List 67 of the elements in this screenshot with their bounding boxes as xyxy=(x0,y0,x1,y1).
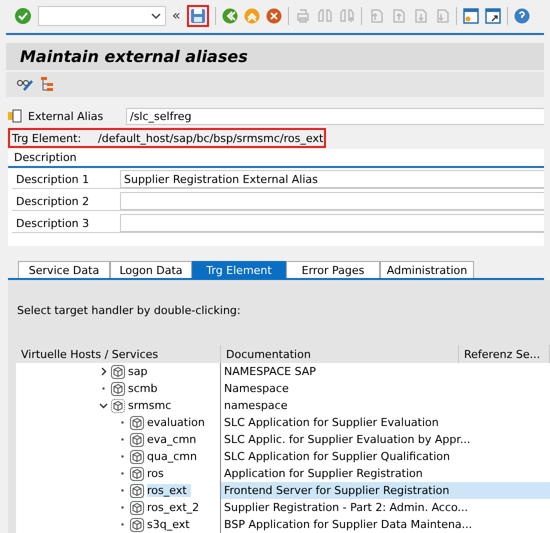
documentation-cell-text: Namespace xyxy=(223,381,290,397)
tree-node[interactable]: ros_ext xyxy=(147,484,191,497)
leaf-dot-icon xyxy=(120,506,124,509)
tree-node[interactable]: srmsmc xyxy=(128,399,176,412)
cube-icon xyxy=(130,432,144,446)
cancel-icon[interactable] xyxy=(266,8,282,24)
description-field[interactable] xyxy=(120,192,544,210)
tree-node[interactable]: scmb xyxy=(128,382,162,395)
help-icon[interactable] xyxy=(514,8,530,24)
screen-title: Maintain external aliases xyxy=(20,46,248,66)
tree-node[interactable]: qua_cmn xyxy=(147,450,201,463)
field-label: Trg Element: xyxy=(12,132,82,144)
documentation-cell-text: Supplier Registration - Part 2: Admin. Acco... xyxy=(223,500,470,516)
hierarchy-icon[interactable] xyxy=(40,76,54,92)
dropdown-icon[interactable] xyxy=(151,12,161,20)
cube-icon xyxy=(130,500,144,514)
tab[interactable]: Error Pages xyxy=(286,261,380,278)
documentation-cell-text: SLC Applic. for Supplier Evaluation by Appr... xyxy=(223,432,472,448)
command-field[interactable] xyxy=(38,6,166,26)
display-change-icon[interactable] xyxy=(16,77,34,92)
cube-icon xyxy=(130,466,144,480)
tab[interactable]: Administration xyxy=(380,261,474,278)
tree-node[interactable]: s3q_ext xyxy=(147,518,194,531)
exit-icon[interactable] xyxy=(244,8,260,24)
cube-icon xyxy=(111,398,125,412)
tree-node[interactable]: eva_cmn xyxy=(147,433,200,446)
back-icon[interactable] xyxy=(222,8,238,24)
section-heading: Description xyxy=(8,149,544,168)
cube-icon xyxy=(130,484,144,498)
documentation-cell-text: Application for Supplier Registration xyxy=(223,466,424,482)
folder-document-icon xyxy=(8,109,22,123)
collapse-toolbar-button[interactable]: « xyxy=(172,8,181,24)
leaf-dot-icon xyxy=(120,489,124,492)
documentation-cell: Frontend Server for Supplier Registration xyxy=(221,482,550,499)
alias-field[interactable]: /slc_selfreg xyxy=(126,108,544,124)
new-session-icon[interactable] xyxy=(462,8,479,24)
field-label: External Alias xyxy=(28,110,104,122)
documentation-cell-text: SLC Application for Supplier Evaluation xyxy=(223,415,440,431)
cube-icon xyxy=(111,382,125,396)
description-field[interactable] xyxy=(120,214,544,232)
tab[interactable]: Logon Data xyxy=(110,261,192,278)
documentation-cell-text: BSP Application for Supplier Data Maintena... xyxy=(223,517,474,533)
tree-node[interactable]: ros_ext_2 xyxy=(147,501,204,514)
target-path: /default_host/sap/bc/bsp/srmsmc/ros_ext xyxy=(98,132,324,144)
leaf-dot-icon xyxy=(120,438,124,441)
save-button[interactable] xyxy=(186,5,209,28)
leaf-dot-icon xyxy=(120,523,124,526)
shortcut-icon[interactable] xyxy=(484,8,501,24)
instruction-text: Select target handler by double-clicking: xyxy=(17,304,242,317)
field-label: Description 3 xyxy=(15,216,90,232)
confirm-icon[interactable] xyxy=(14,7,32,26)
leaf-dot-icon xyxy=(120,455,124,458)
description-field[interactable]: Supplier Registration External Alias xyxy=(120,170,544,188)
field-label: Description 2 xyxy=(15,194,90,210)
documentation-cell-text: NAMESPACE SAP xyxy=(223,364,317,380)
field-label: Description 1 xyxy=(15,172,90,188)
documentation-cell-text: SLC Application for Supplier Qualification xyxy=(223,449,451,465)
tab[interactable]: Service Data xyxy=(18,261,110,278)
tree-node[interactable]: evaluation xyxy=(147,416,209,429)
tree-node[interactable]: sap xyxy=(128,365,152,378)
leaf-dot-icon xyxy=(120,472,124,475)
leaf-dot-icon xyxy=(120,421,124,424)
cube-icon xyxy=(130,450,144,464)
tab[interactable]: Trg Element xyxy=(192,261,286,278)
tree-node[interactable]: ros xyxy=(147,467,168,480)
cube-icon xyxy=(130,416,144,430)
documentation-cell-text: namespace xyxy=(223,398,288,414)
